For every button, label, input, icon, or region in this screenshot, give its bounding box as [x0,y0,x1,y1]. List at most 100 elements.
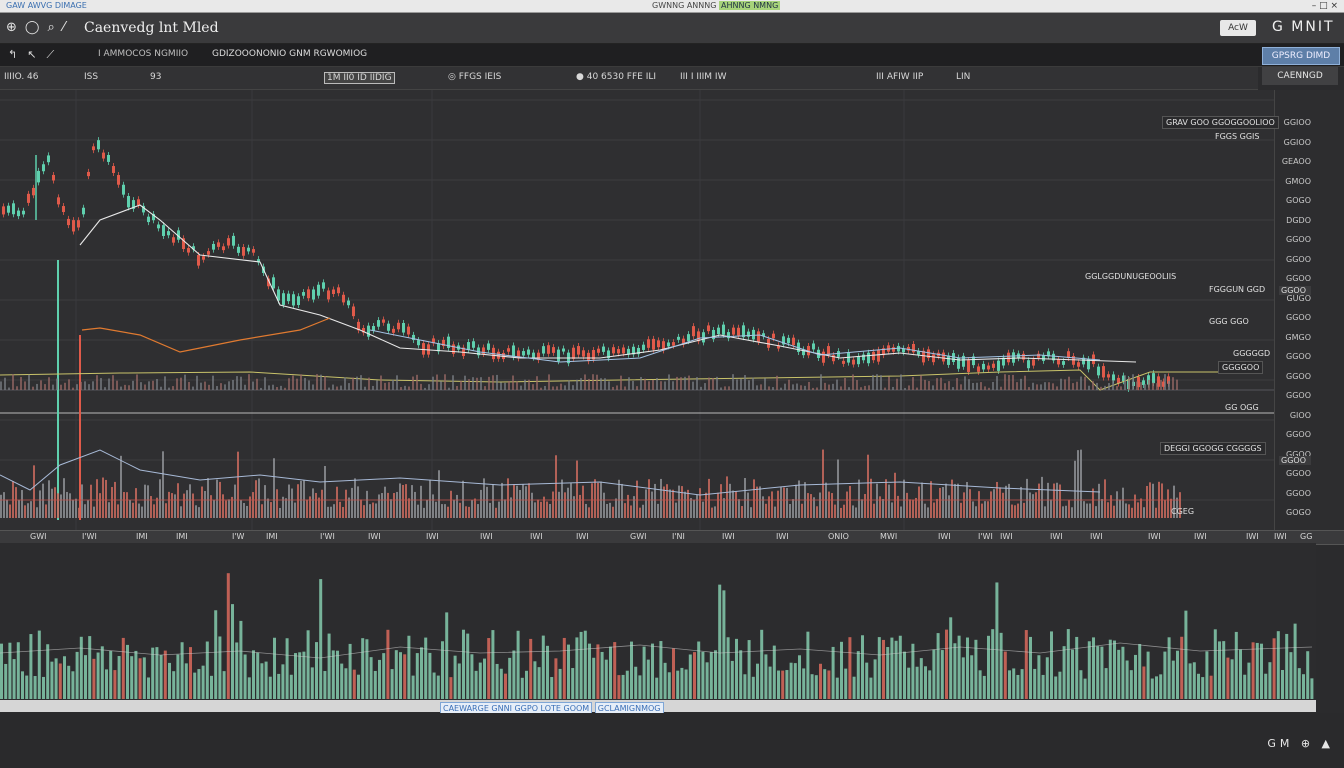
toolbar2-item-7[interactable]: III AFIW IIP [876,72,923,82]
indicator-bar [465,506,467,518]
indicator-bar [867,454,869,518]
cursor-icon[interactable]: ↖ [27,48,46,61]
volume-bar [844,668,848,699]
volume-bar [1138,643,1142,699]
price-chart-svg[interactable] [0,90,1274,530]
candle [472,341,475,348]
mini-volume-bar [976,382,978,390]
volume-bar [462,629,465,699]
mini-volume-bar [632,381,634,390]
indicator-bar [588,507,590,518]
ma-orange [81,317,331,353]
price-axis[interactable]: GGIOO GGIOO GEAOO GMOO GOGO DGDO GGOO GGOO GGOO G… [1274,90,1344,530]
indicator-bar [381,493,383,518]
toolbar2-item-4[interactable]: ◎ FFGS IEIS [448,72,501,82]
indicator-bar [852,505,854,518]
mini-volume-bar [932,385,934,390]
indicator-bar [504,499,506,518]
indicator-bar [612,506,614,518]
side-secondary-button[interactable]: CAENNGD [1262,67,1338,85]
title-bar-right[interactable]: G MNIT [1272,19,1335,35]
candle [657,340,660,348]
symbol-path[interactable]: I AMMOCOS NGMIIO [98,49,188,59]
toolbar2-item-3[interactable]: 1M II0 ID IIDIG [324,72,395,84]
status-bar[interactable]: CAEWARGE GNNI GGPO LOTE GOOM GCLAMIGNMOG [440,702,720,715]
arrow-icon[interactable]: ↰ [8,48,27,61]
volume-bar [310,667,314,699]
indicator-bar [765,503,767,518]
toolbar-icons[interactable]: ↰↖⟋ [8,48,64,62]
mini-volume-bar [132,380,134,390]
time-axis-label: I'W [232,532,245,541]
toolbar2-item-8[interactable]: LIN [956,72,970,82]
side-primary-button[interactable]: GPSRG DIMD [1262,47,1340,65]
indicator-bar [270,502,272,518]
mini-volume-bar [608,381,610,390]
chat-icon[interactable]: ◯ [25,20,48,35]
mini-volume-bar [464,375,466,390]
mini-volume-bar [708,377,710,390]
indicator-bar [819,492,821,518]
title-bar-icons[interactable]: ⊕◯⌕⁄ [6,20,73,35]
volume-bar [772,645,776,699]
toolbar2-item-1[interactable]: ISS [84,72,98,82]
price-axis-label: GGOO [1286,371,1311,381]
volume-bar [1024,630,1028,699]
indicator-bar [1134,494,1136,518]
mini-volume-bar [1168,380,1170,390]
globe-icon[interactable]: ⊕ [6,20,25,35]
mini-volume-bar [460,380,462,390]
indicator-bar [1086,503,1088,518]
volume-bar [961,657,965,699]
mini-volume-bar [1056,386,1058,390]
candle [242,246,245,256]
candle [312,289,315,300]
indicator-bar [1077,450,1079,518]
volume-bar [218,636,222,699]
candle [17,210,20,217]
volume-bar [457,663,461,699]
bottom-right-controls[interactable]: GM ⊕ ▲ [1267,737,1334,750]
candle [617,349,620,354]
candle [1012,352,1015,363]
indicator-bar [480,489,482,518]
symbol-details[interactable]: GDIZOOONONIO GNM RGWOMIOG [212,49,367,59]
window-controls[interactable]: – □ × [1312,0,1338,12]
account-badge[interactable]: AcW [1220,20,1256,36]
volume-bar [319,579,323,699]
indicator-bar [279,507,281,518]
volume-svg[interactable] [0,543,1316,701]
time-axis-label: IMI [176,532,188,541]
candle [52,174,55,181]
indicator-bar [225,500,227,518]
toolbar2-item-0[interactable]: IIIIO. 46 [4,72,39,82]
toolbar2-item-2[interactable]: 93 [150,72,161,82]
volume-bar [709,652,713,699]
volume-panel[interactable] [0,543,1316,701]
indicator-bar [366,490,368,518]
indicator-bar [363,505,365,518]
indicator-bar [663,486,665,518]
mini-volume-bar [1120,386,1122,390]
toolbar2-item-6[interactable]: III I IIIM IW [680,72,726,82]
indicator-bar [987,501,989,518]
line-tool-icon[interactable]: ⟋ [46,48,64,61]
indicator-bar [48,480,50,518]
volume-bar [189,647,192,699]
candle [672,342,675,346]
price-axis-label: GGOO [1286,352,1311,361]
toolbar2-item-5[interactable]: ● 40 6530 FFE ILI [576,72,656,82]
indicator-bar [117,504,119,518]
os-top-strip: GAW AWVG DIMAGE GWNNG ANNNG AHNNG NMNG –… [0,0,1344,13]
volume-bar [151,647,155,699]
indicator-bar [696,494,698,518]
indicator-bar [975,506,977,518]
volume-bar [768,666,772,699]
candle [612,347,615,354]
indicator-bar [396,491,398,518]
price-chart-area[interactable] [0,90,1274,530]
search-icon[interactable]: ⌕ [47,20,62,35]
volume-bar [1176,650,1179,699]
mini-volume-bar [896,378,898,390]
pen-icon[interactable]: ⁄ [63,20,73,35]
